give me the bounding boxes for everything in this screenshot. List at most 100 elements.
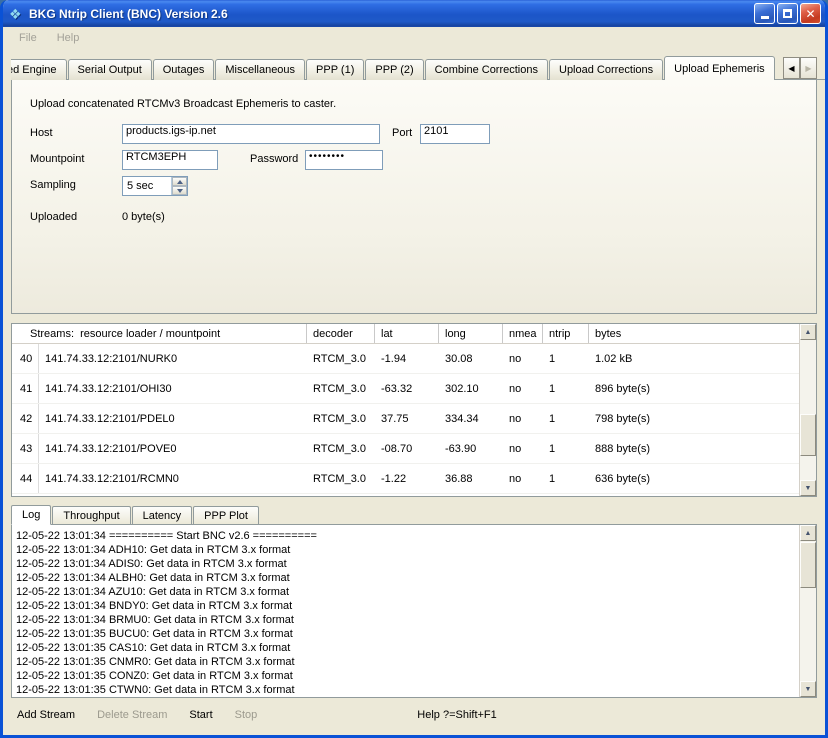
- header-decoder[interactable]: decoder: [307, 324, 375, 343]
- port-label: Port: [392, 127, 412, 139]
- sampling-spin-buttons: [171, 177, 187, 195]
- tab-ppp-1[interactable]: PPP (1): [306, 59, 364, 80]
- tab-miscellaneous[interactable]: Miscellaneous: [215, 59, 305, 80]
- tab-ppp-plot[interactable]: PPP Plot: [193, 506, 259, 524]
- header-ntrip[interactable]: ntrip: [543, 324, 589, 343]
- arrow-down-icon: [177, 189, 183, 193]
- row-number: 42: [12, 404, 39, 433]
- chevron-right-icon: ▶: [805, 64, 811, 73]
- spin-down-button[interactable]: [172, 186, 187, 195]
- tab-serial-output[interactable]: Serial Output: [68, 59, 152, 80]
- menu-help[interactable]: Help: [49, 30, 88, 46]
- cell-long: 36.88: [439, 464, 503, 493]
- cell-lat: 37.75: [375, 404, 439, 433]
- chevron-left-icon: ◀: [788, 64, 794, 73]
- table-row[interactable]: 40141.74.33.12:2101/NURK0RTCM_3.0-1.9430…: [12, 344, 799, 374]
- tab-scroll-left-button[interactable]: ◀: [783, 57, 800, 79]
- header-long[interactable]: long: [439, 324, 503, 343]
- log-scrollbar[interactable]: ▲ ▼: [799, 525, 816, 697]
- table-row[interactable]: 43141.74.33.12:2101/POVE0RTCM_3.0-08.70-…: [12, 434, 799, 464]
- log-scroll-down-button[interactable]: ▼: [800, 681, 816, 697]
- tab-bar-tabs: ed EngineSerial OutputOutagesMiscellaneo…: [11, 55, 825, 80]
- cell-ntrip: 1: [543, 374, 589, 403]
- log-panel: 12-05-22 13:01:34 ========== Start BNC v…: [11, 524, 817, 698]
- streams-scrollbar-thumb[interactable]: [800, 414, 816, 456]
- streams-table: Streams: resource loader / mountpoint de…: [11, 323, 817, 497]
- header-bytes[interactable]: bytes: [589, 324, 799, 343]
- scroll-up-button[interactable]: ▲: [800, 324, 816, 340]
- password-label: Password: [250, 153, 298, 165]
- sampling-value: 5 sec: [123, 177, 171, 195]
- title-bar[interactable]: ❖ BKG Ntrip Client (BNC) Version 2.6 ✕: [3, 0, 825, 27]
- cell-mountpoint: 141.74.33.12:2101/RCMN0: [39, 464, 307, 493]
- log-scrollbar-thumb[interactable]: [800, 542, 816, 588]
- cell-nmea: no: [503, 344, 543, 373]
- host-label: Host: [30, 127, 53, 139]
- tab-latency[interactable]: Latency: [132, 506, 193, 524]
- tab-ed-engine[interactable]: ed Engine: [11, 59, 67, 80]
- tab-outages[interactable]: Outages: [153, 59, 215, 80]
- table-row[interactable]: 44141.74.33.12:2101/RCMN0RTCM_3.0-1.2236…: [12, 464, 799, 494]
- row-number: 41: [12, 374, 39, 403]
- table-row[interactable]: 41141.74.33.12:2101/OHI30RTCM_3.0-63.323…: [12, 374, 799, 404]
- log-line: 12-05-22 13:01:34 AZU10: Get data in RTC…: [16, 585, 799, 599]
- log-lines[interactable]: 12-05-22 13:01:34 ========== Start BNC v…: [12, 525, 799, 697]
- header-lat[interactable]: lat: [375, 324, 439, 343]
- close-button[interactable]: ✕: [800, 3, 821, 24]
- cell-mountpoint: 141.74.33.12:2101/NURK0: [39, 344, 307, 373]
- log-line: 12-05-22 13:01:35 CNMR0: Get data in RTC…: [16, 655, 799, 669]
- menu-file[interactable]: File: [11, 30, 45, 46]
- add-stream-button[interactable]: Add Stream: [13, 707, 79, 723]
- tab-scroll-right-button[interactable]: ▶: [800, 57, 817, 79]
- spin-up-button[interactable]: [172, 177, 187, 186]
- row-number: 43: [12, 434, 39, 463]
- menu-bar: File Help: [3, 27, 825, 49]
- stop-button[interactable]: Stop: [231, 707, 262, 723]
- row-number: 40: [12, 344, 39, 373]
- minimize-button[interactable]: [754, 3, 775, 24]
- arrow-up-icon: [177, 180, 183, 184]
- mountpoint-input[interactable]: RTCM3EPH: [122, 150, 218, 170]
- log-line: 12-05-22 13:01:35 CONZ0: Get data in RTC…: [16, 669, 799, 683]
- tab-widget: ed EngineSerial OutputOutagesMiscellaneo…: [3, 49, 825, 80]
- start-button[interactable]: Start: [185, 707, 216, 723]
- uploaded-label: Uploaded: [30, 211, 77, 223]
- scroll-up-icon: ▲: [805, 530, 812, 537]
- cell-long: 302.10: [439, 374, 503, 403]
- host-input[interactable]: products.igs-ip.net: [122, 124, 380, 144]
- port-input[interactable]: 2101: [420, 124, 490, 144]
- close-icon: ✕: [805, 8, 815, 20]
- header-nmea[interactable]: nmea: [503, 324, 543, 343]
- log-line: 12-05-22 13:01:34 ADH10: Get data in RTC…: [16, 543, 799, 557]
- tab-upload-ephemeris[interactable]: Upload Ephemeris: [664, 56, 775, 80]
- log-line: 12-05-22 13:01:35 CTWN0: Get data in RTC…: [16, 683, 799, 697]
- cell-nmea: no: [503, 374, 543, 403]
- tab-throughput[interactable]: Throughput: [52, 506, 130, 524]
- cell-bytes: 798 byte(s): [589, 404, 799, 433]
- tab-ppp-2[interactable]: PPP (2): [365, 59, 423, 80]
- table-row[interactable]: 42141.74.33.12:2101/PDEL0RTCM_3.037.7533…: [12, 404, 799, 434]
- cell-bytes: 896 byte(s): [589, 374, 799, 403]
- sampling-spinner[interactable]: 5 sec: [122, 176, 188, 196]
- streams-scrollbar[interactable]: ▲ ▼: [799, 324, 816, 496]
- scroll-up-icon: ▲: [805, 329, 812, 336]
- password-input[interactable]: ••••••••: [305, 150, 383, 170]
- uploaded-value: 0 byte(s): [122, 211, 165, 223]
- mountpoint-label: Mountpoint: [30, 153, 84, 165]
- cell-mountpoint: 141.74.33.12:2101/POVE0: [39, 434, 307, 463]
- help-button[interactable]: Help ?=Shift+F1: [413, 707, 501, 723]
- cell-decoder: RTCM_3.0: [307, 464, 375, 493]
- maximize-button[interactable]: [777, 3, 798, 24]
- tab-upload-corrections[interactable]: Upload Corrections: [549, 59, 663, 80]
- scroll-down-button[interactable]: ▼: [800, 480, 816, 496]
- delete-stream-button[interactable]: Delete Stream: [93, 707, 171, 723]
- log-scroll-up-button[interactable]: ▲: [800, 525, 816, 541]
- streams-header-row: Streams: resource loader / mountpoint de…: [12, 324, 799, 344]
- header-streams[interactable]: Streams: resource loader / mountpoint: [12, 324, 307, 343]
- bottom-tab-bar: LogThroughputLatencyPPP Plot: [11, 504, 825, 524]
- log-line: 12-05-22 13:01:34 BRMU0: Get data in RTC…: [16, 613, 799, 627]
- sampling-label: Sampling: [30, 179, 76, 191]
- tab-log[interactable]: Log: [11, 505, 51, 525]
- tab-combine-corrections[interactable]: Combine Corrections: [425, 59, 548, 80]
- cell-nmea: no: [503, 404, 543, 433]
